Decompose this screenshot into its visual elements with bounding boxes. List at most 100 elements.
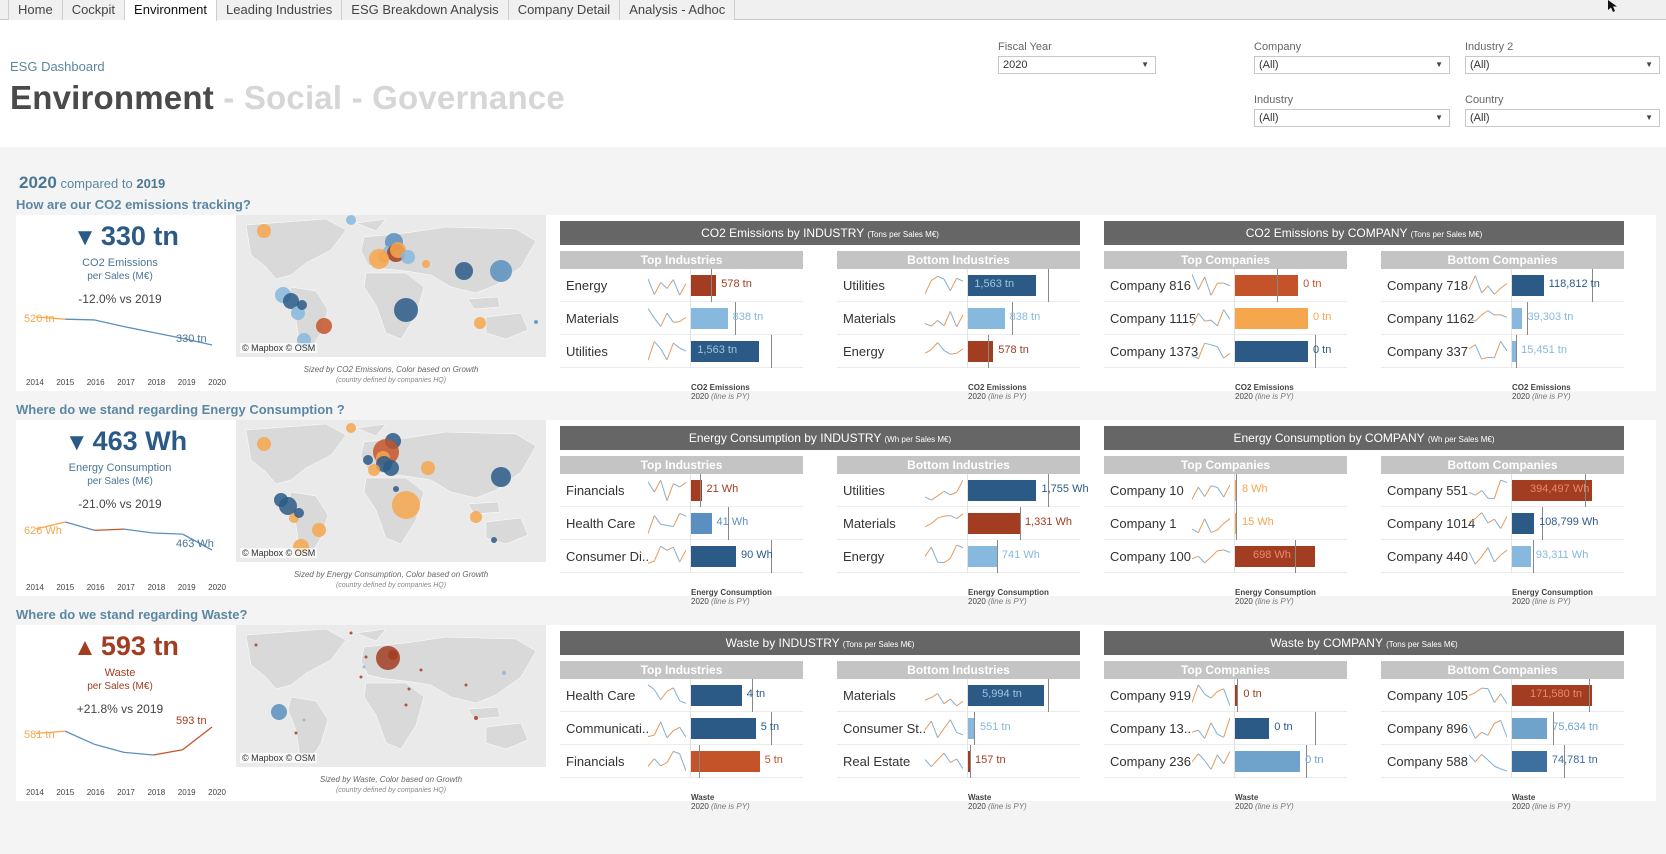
tab-cockpit[interactable]: Cockpit [62,0,126,20]
year-tick: 2020 [208,583,226,592]
ranking-row[interactable]: Company 10 8 Wh [1104,474,1347,507]
fiscal-year-dropdown[interactable]: 2020 ▼ [998,56,1156,74]
ranking-row[interactable]: Materials 838 tn [560,302,803,335]
value-bar[interactable] [1512,308,1523,329]
ranking-row[interactable]: Company 1115 0 tn [1104,302,1347,335]
bar-area: 8 Wh [1234,474,1347,507]
ranking-row[interactable]: Company 551 394,497 Wh [1381,474,1624,507]
tab-leading-industries[interactable]: Leading Industries [217,0,343,20]
sparkline-segment [1192,684,1199,703]
ranking-row[interactable]: Utilities 1,563 tn [560,335,803,368]
value-bar[interactable] [1512,718,1548,739]
sparkline-segment [666,312,674,323]
axis-footer: Energy Consumption 2020 (line is PY) [1235,588,1316,606]
ranking-row[interactable]: Real Estate 157 tn [837,745,1080,778]
value-bar[interactable] [1512,513,1535,534]
sparkline-segment [1474,556,1483,565]
map-landmass [245,628,347,690]
sparkline-segment [1223,717,1230,738]
map-attribution[interactable]: © Mapbox © OSM [240,548,318,558]
value-bar[interactable] [691,751,760,772]
ranking-row[interactable]: Consumer St.. 551 tn [837,712,1080,745]
value-bar[interactable] [1512,546,1531,567]
row-name: Company 10 [1110,483,1184,498]
company-dropdown[interactable]: (All) ▼ [1254,56,1450,74]
tab-analysis-adhoc[interactable]: Analysis - Adhoc [620,0,736,20]
ranking-row[interactable]: Energy 741 Wh [837,540,1080,573]
value-bar[interactable] [968,341,994,362]
kpi-number: 330 tn [100,221,179,251]
map-attribution[interactable]: © Mapbox © OSM [240,343,318,353]
row-name: Materials [843,688,896,703]
dropdown-value: (All) [1259,59,1279,71]
map-landmass [485,312,529,340]
value-bar[interactable] [691,546,736,567]
ranking-row[interactable]: Company 718 118,812 tn [1381,269,1624,302]
ranking-row[interactable]: Company 896 75,634 tn [1381,712,1624,745]
value-bar[interactable] [691,308,728,329]
map-bubble [491,467,511,487]
ranking-row[interactable]: Financials 21 Wh [560,474,803,507]
ranking-row[interactable]: Energy 578 tn [837,335,1080,368]
value-bar[interactable] [1235,341,1308,362]
ranking-row[interactable]: Health Care 41 Wh [560,507,803,540]
value-bar[interactable] [968,546,997,567]
ranking-row[interactable]: Utilities 1,563 tn [837,269,1080,302]
value-bar[interactable] [968,308,1005,329]
world-map[interactable]: © Mapbox © OSM [236,420,546,562]
ranking-row[interactable]: Financials 5 tn [560,745,803,778]
value-bar[interactable] [968,480,1037,501]
world-map[interactable]: © Mapbox © OSM [236,215,546,357]
tab-environment[interactable]: Environment [125,0,218,21]
ranking-row[interactable]: Company 1373 0 tn [1104,335,1347,368]
value-bar[interactable] [1235,308,1308,329]
ranking-row[interactable]: Materials 838 tn [837,302,1080,335]
ranking-row[interactable]: Company 1 15 Wh [1104,507,1347,540]
ranking-row[interactable]: Energy 578 tn [560,269,803,302]
tab-home[interactable]: Home [8,0,63,20]
ranking-row[interactable]: Utilities 1,755 Wh [837,474,1089,507]
value-bar[interactable] [691,275,717,296]
value-bar[interactable] [1235,718,1270,739]
value-bar[interactable] [1512,751,1547,772]
ranking-row[interactable]: Materials 1,331 Wh [837,507,1080,540]
ranking-row[interactable]: Materials 5,994 tn [837,679,1080,712]
value-bar[interactable] [1512,275,1544,296]
ranking-row[interactable]: Company 105 171,580 tn [1381,679,1624,712]
country-dropdown[interactable]: (All) ▼ [1465,109,1660,127]
world-map[interactable]: © Mapbox © OSM [236,625,546,767]
industry-2-dropdown[interactable]: (All) ▼ [1465,56,1660,74]
ranking-row[interactable]: Company 919 0 tn [1104,679,1347,712]
ranking-row[interactable]: Company 1014 108,799 Wh [1381,507,1624,540]
value-bar[interactable] [1235,275,1299,296]
ranking-row[interactable]: Health Care 4 tn [560,679,803,712]
ranking-row[interactable]: Company 100 698 Wh [1104,540,1347,573]
ranking-row[interactable]: Consumer Di.. 90 Wh [560,540,803,573]
sparkline-segment [660,312,668,327]
ranking-row[interactable]: Company 588 74,781 tn [1381,745,1624,778]
industry-dropdown[interactable]: (All) ▼ [1254,109,1450,127]
sparkline-segment [930,342,939,350]
chevron-down-icon: ▼ [1435,60,1443,69]
value-label: 5 tn [764,754,783,766]
value-bar[interactable] [691,685,742,706]
ranking-row[interactable]: Company 816 0 tn [1104,269,1347,302]
row-name: Health Care [566,688,636,703]
ranking-row[interactable]: Company 440 93,311 Wh [1381,540,1624,573]
ranking-row[interactable]: Company 13.. 0 tn [1104,712,1347,745]
map-attribution[interactable]: © Mapbox © OSM [240,753,318,763]
ranking-row[interactable]: Company 1162 39,303 tn [1381,302,1624,335]
axis-footer: Energy Consumption 2020 (line is PY) [691,588,772,606]
value-bar[interactable] [691,718,756,739]
breadcrumb[interactable]: ESG Dashboard [10,59,105,74]
ranking-row[interactable]: Communicati.. 5 tn [560,712,803,745]
sparkline-segment [648,278,655,295]
ranking-row[interactable]: Company 337 15,451 tn [1381,335,1624,368]
tab-company-detail[interactable]: Company Detail [508,0,621,20]
value-bar[interactable] [691,513,712,534]
ranking-row[interactable]: Company 236 0 tn [1104,745,1347,778]
value-bar[interactable] [968,513,1020,534]
dashboard-body: 2020 compared to 2019 How are our CO2 em… [0,147,1666,854]
value-bar[interactable] [1235,751,1301,772]
tab-esg-breakdown-analysis[interactable]: ESG Breakdown Analysis [342,0,509,20]
